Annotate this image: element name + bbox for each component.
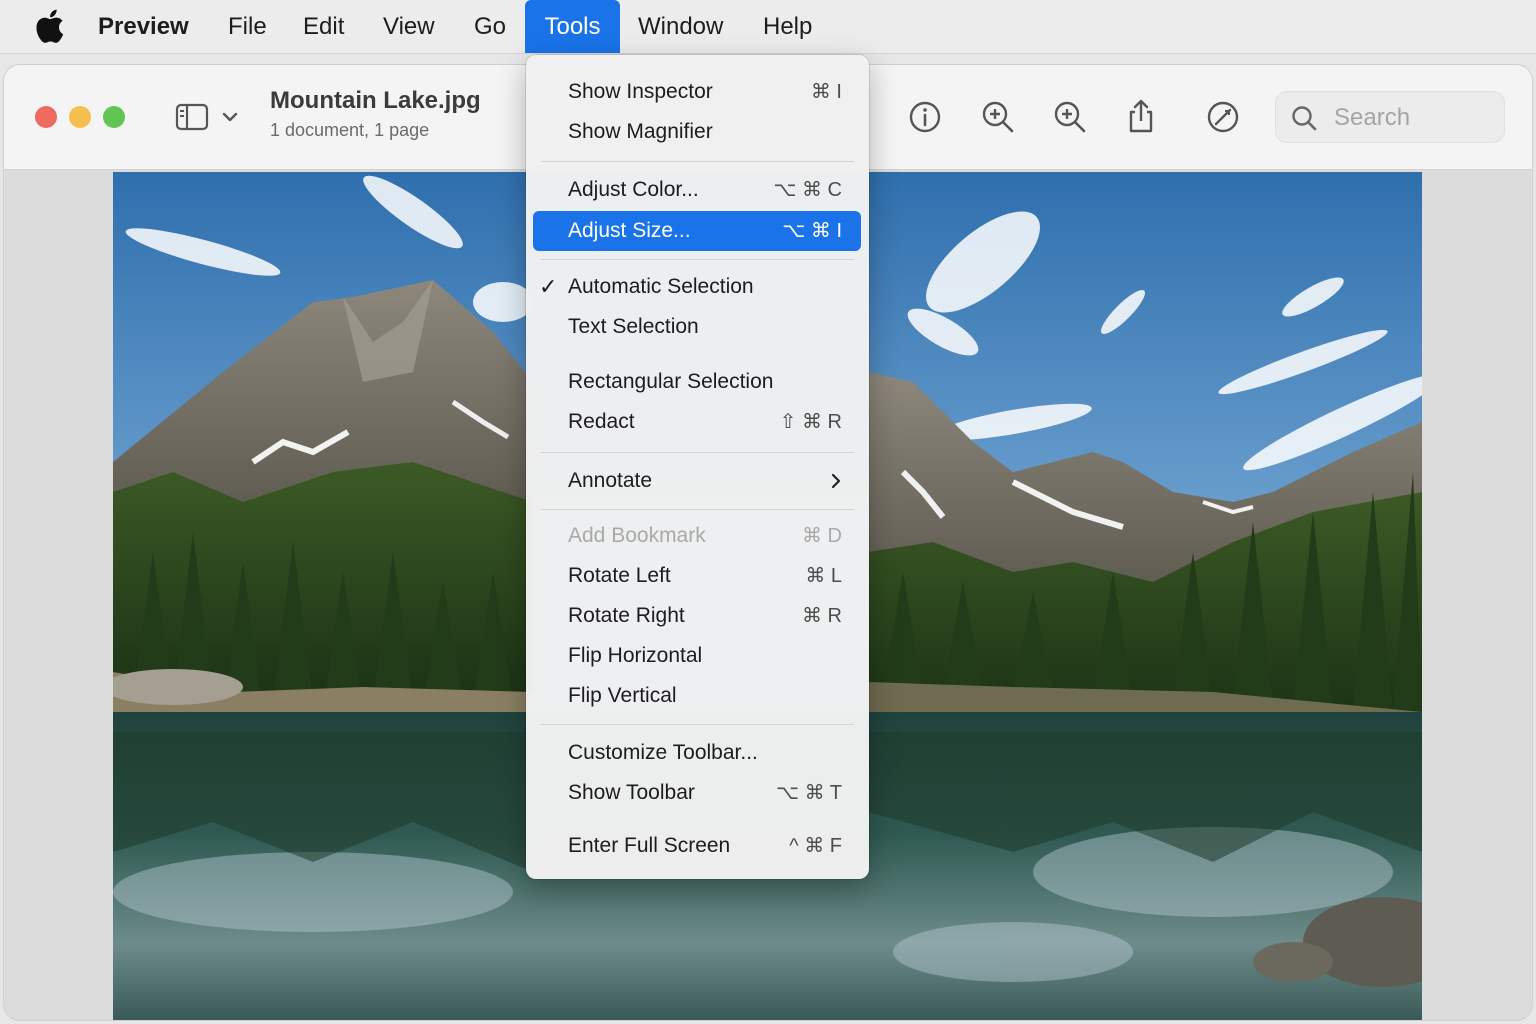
menu-item-show-inspector[interactable]: Show Inspector ⌘ I	[533, 72, 861, 112]
menu-item-flip-vertical[interactable]: Flip Vertical	[533, 676, 861, 716]
menu-window[interactable]: Window	[621, 0, 740, 53]
menu-item-rectangular-selection[interactable]: Rectangular Selection	[533, 362, 861, 402]
menu-separator	[541, 724, 854, 725]
info-icon[interactable]	[905, 97, 945, 137]
menu-tools[interactable]: Tools	[525, 0, 620, 53]
apple-logo-icon[interactable]	[33, 9, 65, 43]
tools-dropdown-menu: Show Inspector ⌘ I Show Magnifier Adjust …	[526, 55, 869, 879]
menu-item-customize-toolbar[interactable]: Customize Toolbar...	[533, 733, 861, 773]
menu-item-show-magnifier[interactable]: Show Magnifier	[533, 112, 861, 152]
document-title: Mountain Lake.jpg	[270, 87, 481, 114]
menu-view[interactable]: View	[366, 0, 452, 53]
search-field[interactable]	[1275, 91, 1505, 143]
menu-help[interactable]: Help	[746, 0, 829, 53]
menu-item-automatic-selection[interactable]: ✓ Automatic Selection	[533, 267, 861, 307]
menu-separator	[541, 452, 854, 453]
menu-app-name[interactable]: Preview	[81, 0, 206, 53]
menu-item-adjust-color[interactable]: Adjust Color... ⌥ ⌘ C	[533, 170, 861, 210]
close-button[interactable]	[35, 106, 57, 128]
menu-item-rotate-right[interactable]: Rotate Right ⌘ R	[533, 596, 861, 636]
menu-item-add-bookmark: Add Bookmark ⌘ D	[568, 524, 842, 547]
share-icon[interactable]	[1121, 97, 1161, 137]
zoom-in-icon[interactable]	[1050, 97, 1090, 137]
menu-edit[interactable]: Edit	[286, 0, 361, 53]
search-input[interactable]	[1332, 100, 1496, 136]
search-icon	[1292, 106, 1317, 131]
menu-item-flip-horizontal[interactable]: Flip Horizontal	[533, 636, 861, 676]
menu-separator	[541, 509, 854, 510]
zoom-out-icon[interactable]	[978, 97, 1018, 137]
sidebar-icon[interactable]	[172, 97, 212, 137]
menu-separator	[541, 161, 854, 162]
menu-item-show-toolbar[interactable]: Show Toolbar ⌥ ⌘ T	[533, 773, 861, 813]
menu-item-annotate[interactable]: Annotate	[533, 461, 861, 501]
menu-bar: Preview File Edit View Go Tools Window H…	[0, 0, 1536, 54]
menu-item-redact[interactable]: Redact ⇧ ⌘ R	[533, 402, 861, 442]
menu-item-adjust-size[interactable]: Adjust Size... ⌥ ⌘ I	[533, 211, 861, 251]
chevron-down-icon[interactable]	[216, 97, 244, 137]
menu-go[interactable]: Go	[457, 0, 523, 53]
menu-file[interactable]: File	[211, 0, 284, 53]
menu-separator	[541, 259, 854, 260]
chevron-right-icon	[831, 473, 841, 489]
menu-item-text-selection[interactable]: Text Selection	[533, 307, 861, 347]
menu-item-rotate-left[interactable]: Rotate Left ⌘ L	[533, 556, 861, 596]
menu-item-enter-full-screen[interactable]: Enter Full Screen ^ ⌘ F	[533, 826, 861, 866]
document-subtitle: 1 document, 1 page	[270, 120, 430, 140]
checkmark-icon: ✓	[539, 274, 558, 299]
markup-icon[interactable]	[1203, 97, 1243, 137]
minimize-button[interactable]	[69, 106, 91, 128]
zoom-button[interactable]	[103, 106, 125, 128]
